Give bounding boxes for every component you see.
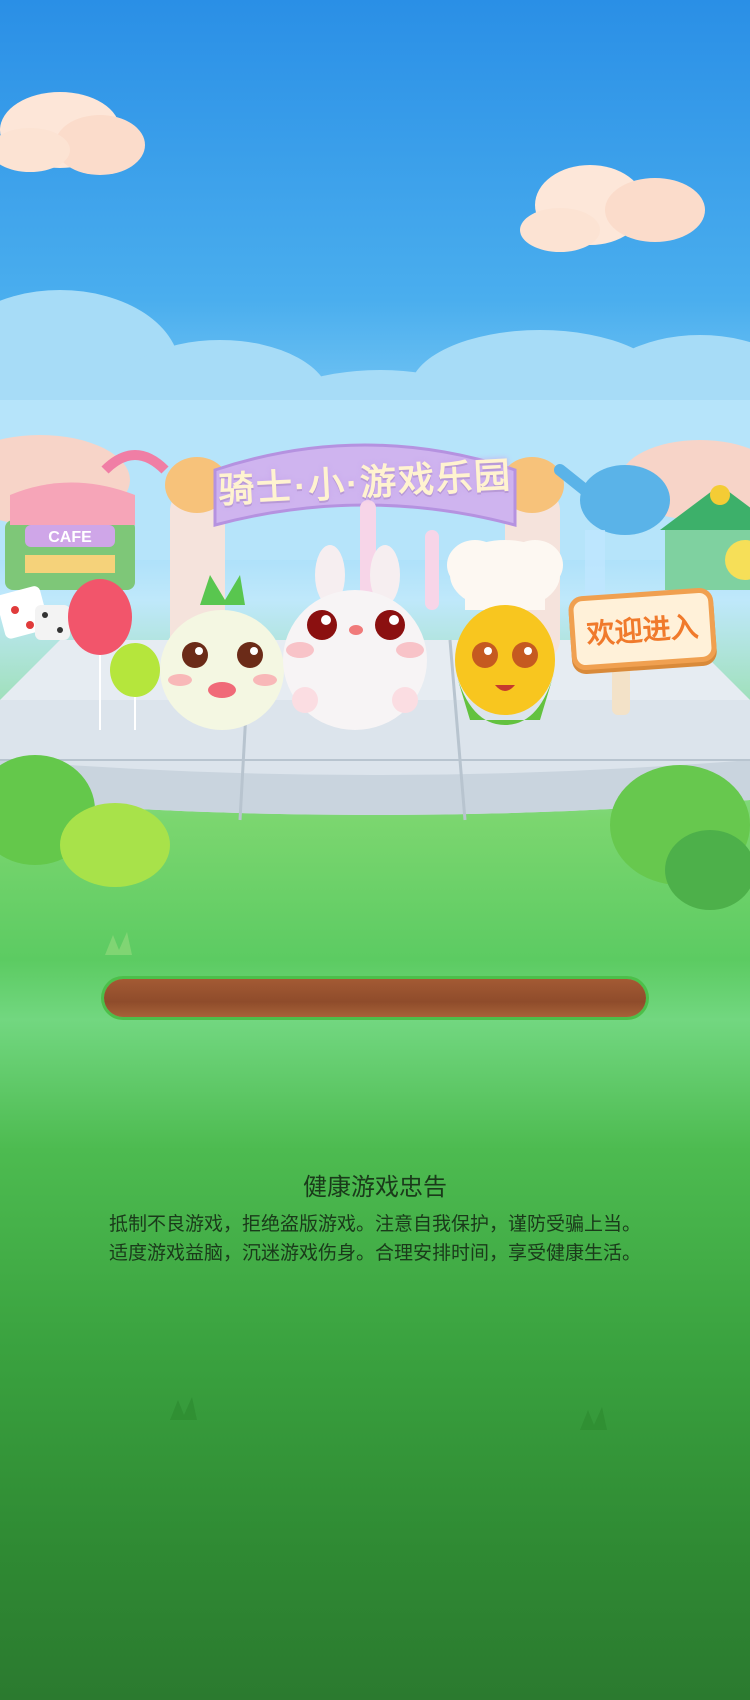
cloud-right xyxy=(520,165,705,252)
loading-progress-bar xyxy=(101,976,649,1020)
enter-button[interactable]: 欢迎进入 xyxy=(567,587,718,671)
health-notice-line-2: 适度游戏益脑，沉迷游戏伤身。合理安排时间，享受健康生活。 xyxy=(108,1243,641,1264)
bunny-character-icon xyxy=(283,545,427,730)
health-notice: 健康游戏忠告 抵制不良游戏，拒绝盗版游戏。注意自我保护，谨防受骗上当。 适度游戏… xyxy=(0,1170,750,1268)
cafe-sign-text: CAFE xyxy=(48,529,92,546)
dice-icon xyxy=(0,586,70,640)
cloud-left xyxy=(0,92,145,175)
cafe-stall-icon: CAFE xyxy=(5,482,135,590)
progress-track xyxy=(104,979,646,1017)
corn-chef-character-icon xyxy=(447,540,563,725)
enter-button-label: 欢迎进入 xyxy=(585,611,700,650)
health-notice-line-1: 抵制不良游戏，拒绝盗版游戏。注意自我保护，谨防受骗上当。 xyxy=(108,1214,641,1235)
game-scene-art: CAFE xyxy=(0,92,750,1430)
health-notice-title: 健康游戏忠告 xyxy=(303,1174,447,1201)
